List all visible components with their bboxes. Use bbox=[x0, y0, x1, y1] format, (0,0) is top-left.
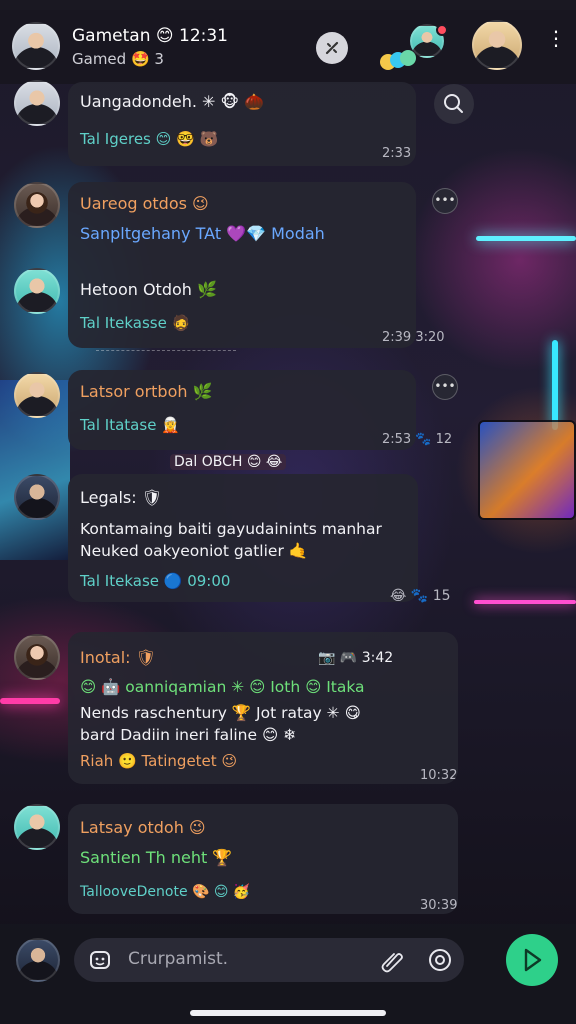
wallpaper-monitor bbox=[478, 420, 576, 520]
send-button[interactable] bbox=[506, 934, 558, 986]
message-sender-line: Tal Itekasse 🧔 bbox=[80, 314, 191, 332]
message-text: Latsay otdoh 😉 bbox=[80, 818, 206, 837]
message-options-button[interactable]: ••• bbox=[432, 374, 458, 400]
paperclip-icon[interactable] bbox=[378, 946, 406, 974]
message-sender-line: Tal Igeres 😊 🤓 🐻 bbox=[80, 130, 219, 148]
message-text: Uangadondeh. ✳ 🐵 🌰 bbox=[80, 92, 265, 111]
paperclip-icon-glyph bbox=[381, 953, 403, 973]
status-bar bbox=[0, 0, 576, 10]
reaction-row[interactable]: Dal OBCH 😊 😂 bbox=[170, 454, 287, 470]
chat-header[interactable]: Gametan 😊 12:31 Gamed 🤩 3 ⋮ bbox=[0, 10, 576, 84]
chat-subtitle: Gamed 🤩 3 bbox=[72, 50, 164, 68]
wallpaper-neon bbox=[552, 340, 558, 430]
sender-avatar[interactable] bbox=[14, 268, 60, 314]
wallpaper-neon bbox=[474, 600, 576, 604]
more-menu-button[interactable]: ⋮ bbox=[546, 28, 566, 62]
reaction-label: Dal OBCH 😊 😂 bbox=[170, 454, 287, 470]
home-indicator bbox=[190, 1010, 386, 1016]
message-header-meta: 📷 🎮 3:42 bbox=[318, 650, 394, 666]
sender-avatar[interactable] bbox=[14, 372, 60, 418]
message-bubble[interactable]: Uareog otdos 😉 Sanpltgehany TAt 💜💎 Modah… bbox=[68, 182, 416, 348]
message-sender-line: Tal Itatase 🧝 bbox=[80, 416, 180, 434]
message-text: bard Dadiin ineri faline 😊 ❄ bbox=[80, 726, 297, 744]
message-text: Santien Th neht 🏆 bbox=[80, 848, 233, 867]
camera-icon[interactable] bbox=[426, 946, 454, 974]
message-sender-line: Tal Itekase 🔵 09:00 bbox=[80, 572, 231, 590]
message-bubble[interactable]: Legals: 🛡 Kontamaing baiti gayudainints … bbox=[68, 474, 418, 602]
send-icon bbox=[524, 948, 542, 972]
notification-badge bbox=[436, 24, 448, 36]
message-text: Latsor ortboh 🌿 bbox=[80, 382, 213, 401]
more-horizontal-icon: ••• bbox=[434, 379, 456, 393]
search-button[interactable] bbox=[434, 84, 474, 124]
search-icon bbox=[444, 94, 463, 113]
chat-title[interactable]: Gametan 😊 12:31 bbox=[72, 26, 228, 46]
sender-avatar[interactable] bbox=[14, 804, 60, 850]
message-bubble[interactable]: Inotal: 🛡 📷 🎮 3:42 😊 🤖 oanniqamian ✳ 😊 I… bbox=[68, 632, 458, 784]
message-text: Uareog otdos 😉 bbox=[80, 194, 209, 213]
message-text: 😊 🤖 oanniqamian ✳ 😊 Ioth 😊 Itaka bbox=[80, 678, 365, 696]
participant-avatar[interactable] bbox=[472, 20, 522, 70]
wallpaper-neon bbox=[0, 698, 60, 704]
wallpaper-neon bbox=[476, 236, 576, 241]
emoji-icon[interactable] bbox=[86, 946, 114, 974]
sender-avatar[interactable] bbox=[14, 634, 60, 680]
message-text: Nends raschentury 🏆 Jot ratay ✳ 😋 bbox=[80, 704, 361, 722]
message-time: 30:39 bbox=[420, 898, 458, 913]
message-bubble[interactable]: Latsay otdoh 😉 Santien Th neht 🏆 Talloov… bbox=[68, 804, 458, 914]
message-time: 2:53 🐾 12 bbox=[382, 432, 453, 447]
contact-avatar[interactable] bbox=[12, 22, 60, 70]
more-vertical-icon: ⋮ bbox=[546, 26, 566, 50]
participant-chips[interactable] bbox=[380, 50, 420, 72]
message-text: Sanpltgehany TAt 💜💎 Modah bbox=[80, 224, 325, 243]
more-horizontal-icon: ••• bbox=[434, 193, 456, 207]
message-time: 2:39 3:20 bbox=[382, 330, 445, 345]
sender-avatar[interactable] bbox=[14, 474, 60, 520]
message-bubble[interactable]: Uangadondeh. ✳ 🐵 🌰 Tal Igeres 😊 🤓 🐻 2:33 bbox=[68, 82, 416, 166]
mute-icon[interactable] bbox=[316, 32, 348, 64]
camera-icon-glyph bbox=[429, 949, 451, 971]
mute-icon-glyph bbox=[325, 41, 339, 55]
emoji-icon-glyph bbox=[90, 951, 110, 969]
message-options-button[interactable]: ••• bbox=[432, 188, 458, 214]
message-bubble[interactable]: Latsor ortboh 🌿 Tal Itatase 🧝 bbox=[68, 370, 416, 450]
message-text: Inotal: 🛡 bbox=[80, 648, 156, 667]
message-input-placeholder[interactable]: Crurpamist. bbox=[128, 949, 228, 969]
message-sender-line: Riah 🙂 Tatingetet 😉 bbox=[80, 752, 238, 770]
message-text: Neuked oakyeoniot gatlier 🤙 bbox=[80, 542, 309, 560]
divider bbox=[96, 350, 236, 351]
message-sender-line: TallooveDenote 🎨 😊 🥳 bbox=[80, 884, 251, 900]
message-text: Kontamaing baiti gayudainints manhar bbox=[80, 520, 382, 538]
message-time: 😂 🐾 15 bbox=[390, 588, 451, 604]
my-avatar[interactable] bbox=[16, 938, 60, 982]
sender-avatar[interactable] bbox=[14, 182, 60, 228]
sender-avatar[interactable] bbox=[14, 80, 60, 126]
message-text: Hetoon Otdoh 🌿 bbox=[80, 280, 217, 299]
message-time: 2:33 bbox=[382, 146, 412, 161]
message-time: 10:32 bbox=[420, 768, 458, 783]
message-text: Legals: 🛡 bbox=[80, 488, 163, 507]
